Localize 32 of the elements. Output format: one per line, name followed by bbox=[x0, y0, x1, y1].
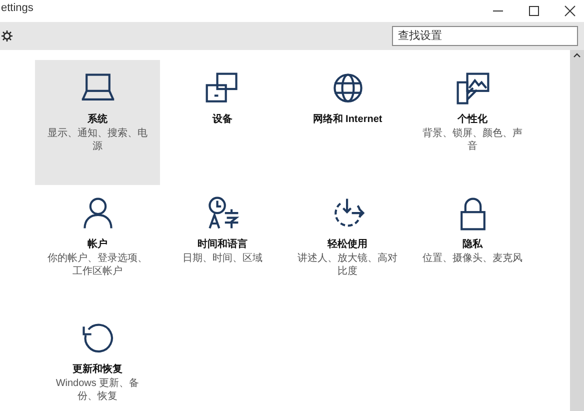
tile-description: 位置、摄像头、麦克风 bbox=[422, 252, 522, 265]
tile-description: 讲述人、放大镜、高对比度 bbox=[298, 252, 398, 278]
tile-title: 更新和恢复 bbox=[72, 362, 122, 377]
tile-title: 轻松使用 bbox=[328, 238, 368, 252]
settings-tile[interactable]: 更新和恢复 Windows 更新、备份、恢复 bbox=[35, 310, 160, 410]
search-field[interactable]: 查找设置 bbox=[392, 26, 578, 46]
tile-title: 时间和语言 bbox=[198, 237, 248, 252]
settings-tile[interactable]: 时间和语言 日期、时间、区域 bbox=[160, 185, 285, 310]
tile-description: Windows 更新、备份、恢复 bbox=[54, 377, 140, 403]
maximize-icon[interactable] bbox=[528, 5, 540, 17]
settings-tile[interactable]: 隐私 位置、摄像头、麦克风 bbox=[410, 185, 535, 310]
tile-description: 你的帐户、登录选项、工作区帐户 bbox=[48, 252, 148, 278]
tile-title: 系统 bbox=[88, 112, 108, 127]
tile-description: 背景、锁屏、颜色、声音 bbox=[422, 127, 522, 153]
settings-tile[interactable]: 设备 bbox=[160, 60, 285, 185]
settings-tile[interactable]: 网络和 Internet bbox=[285, 60, 410, 185]
settings-icon[interactable] bbox=[1, 30, 13, 42]
tile-title: 隐私 bbox=[462, 238, 482, 252]
window-title: ettings bbox=[0, 0, 34, 16]
selected-tile[interactable]: 系统 显示、通知、搜索、电源 bbox=[35, 60, 160, 185]
tile-title: 个性化 bbox=[458, 112, 488, 127]
tile-description: 日期、时间、区域 bbox=[182, 252, 264, 265]
tile-title: 设备 bbox=[212, 112, 232, 127]
tile-title: 帐户 bbox=[88, 237, 108, 252]
tile-title: 网络和 Internet bbox=[312, 112, 382, 127]
close-icon[interactable] bbox=[564, 5, 576, 17]
tile-description: 显示、通知、搜索、电源 bbox=[48, 127, 148, 153]
settings-tile[interactable]: 个性化 背景、锁屏、颜色、声音 bbox=[410, 60, 535, 185]
settings-tile[interactable]: 轻松使用 讲述人、放大镜、高对比度 bbox=[285, 185, 410, 310]
scroll-up-icon[interactable] bbox=[573, 52, 581, 58]
settings-tile[interactable]: 帐户 你的帐户、登录选项、工作区帐户 bbox=[35, 185, 160, 310]
scrollbar[interactable] bbox=[570, 50, 584, 411]
